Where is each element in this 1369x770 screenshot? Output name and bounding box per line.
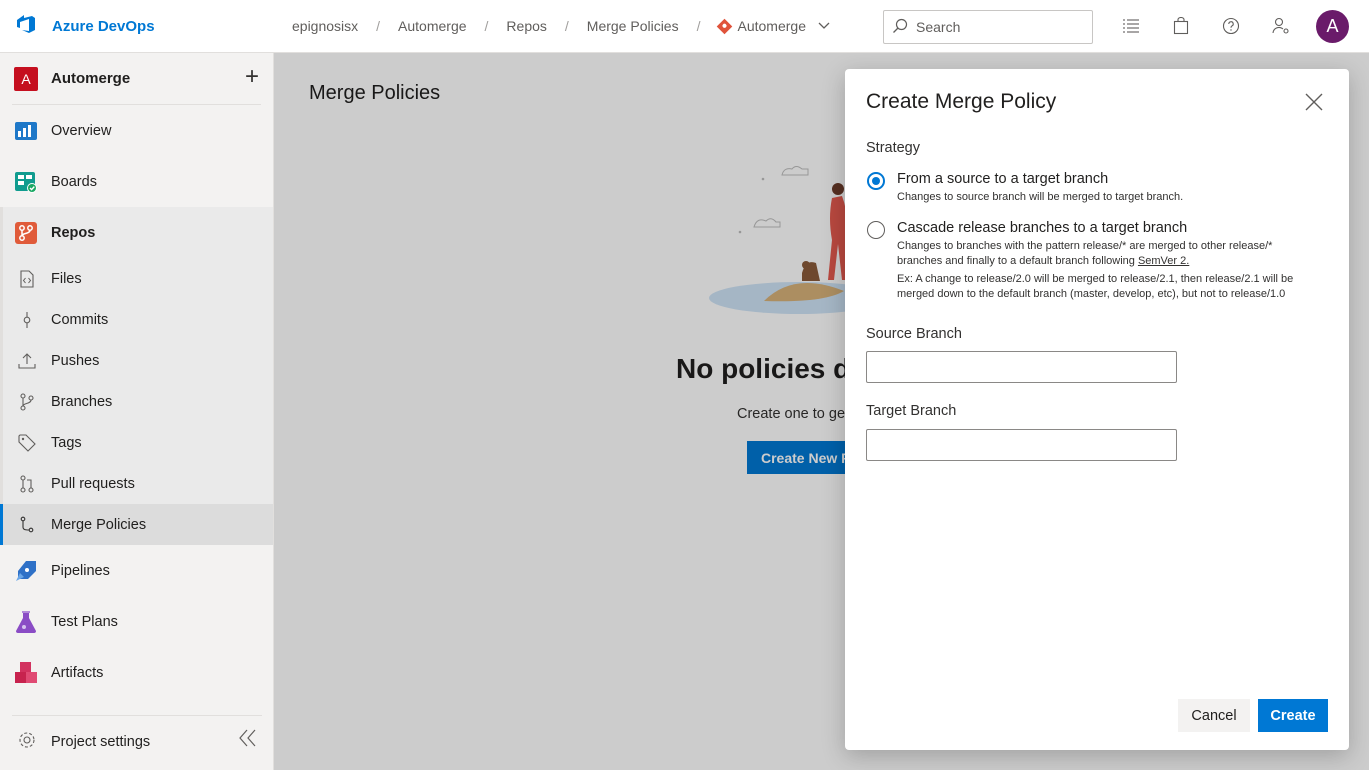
sidebar-item-artifacts[interactable]: Artifacts bbox=[0, 647, 273, 698]
semver-link[interactable]: SemVer 2. bbox=[1138, 255, 1189, 267]
gear-icon bbox=[18, 731, 36, 753]
pull-requests-icon bbox=[18, 474, 36, 493]
option-example: Ex: A change to release/2.0 will be merg… bbox=[897, 273, 1294, 300]
commits-icon bbox=[18, 311, 36, 329]
sidebar-item-pull-requests[interactable]: Pull requests bbox=[3, 463, 273, 504]
target-branch-label: Target Branch bbox=[866, 403, 957, 419]
boards-icon bbox=[14, 170, 38, 194]
pushes-icon bbox=[18, 352, 36, 370]
strategy-option-cascade-release[interactable]: Cascade release branches to a target bra… bbox=[867, 220, 1317, 302]
repos-group: Repos Files Commits Pushes Branches Tags… bbox=[0, 207, 273, 545]
collapse-sidebar-icon[interactable] bbox=[238, 729, 258, 753]
branches-icon bbox=[18, 392, 36, 411]
project-header[interactable]: A Automerge + bbox=[0, 53, 273, 104]
breadcrumb-separator: / bbox=[484, 18, 489, 34]
option-label: From a source to a target branch bbox=[897, 171, 1109, 187]
sidebar-item-test-plans[interactable]: Test Plans bbox=[0, 596, 273, 647]
tags-icon bbox=[18, 433, 36, 452]
search-placeholder: Search bbox=[916, 19, 961, 35]
overview-icon bbox=[14, 119, 38, 143]
sidebar-item-overview[interactable]: Overview bbox=[0, 105, 273, 156]
search-icon bbox=[892, 18, 916, 37]
search-box[interactable]: Search bbox=[883, 10, 1093, 44]
work-items-list-icon[interactable] bbox=[1121, 16, 1141, 36]
brand[interactable]: Azure DevOps bbox=[0, 0, 274, 52]
sidebar-item-files[interactable]: Files bbox=[3, 258, 273, 299]
sidebar-item-label: Files bbox=[51, 270, 82, 287]
radio-button[interactable] bbox=[867, 172, 885, 190]
project-settings-link[interactable]: Project settings bbox=[18, 731, 150, 753]
sidebar-item-label: Pull requests bbox=[51, 475, 135, 492]
cancel-button[interactable]: Cancel bbox=[1178, 699, 1250, 732]
azure-devops-logo-icon bbox=[14, 12, 38, 41]
files-icon bbox=[18, 269, 36, 288]
create-button[interactable]: Create bbox=[1258, 699, 1328, 732]
chevron-down-icon bbox=[818, 19, 830, 33]
sidebar-item-label: Repos bbox=[51, 224, 96, 241]
sidebar-item-label: Boards bbox=[51, 173, 97, 190]
sidebar-item-repos[interactable]: Repos bbox=[3, 207, 273, 258]
sidebar-item-boards[interactable]: Boards bbox=[0, 156, 273, 207]
breadcrumb-page[interactable]: Merge Policies bbox=[581, 18, 685, 34]
divider bbox=[12, 715, 262, 716]
marketplace-bag-icon[interactable] bbox=[1171, 16, 1191, 36]
option-description-text: Changes to branches with the pattern rel… bbox=[897, 240, 1273, 267]
artifacts-icon bbox=[14, 661, 38, 685]
sidebar-item-branches[interactable]: Branches bbox=[3, 381, 273, 422]
git-repo-icon bbox=[716, 18, 732, 34]
user-settings-icon[interactable] bbox=[1271, 16, 1291, 36]
option-description: Changes to branches with the pattern rel… bbox=[897, 239, 1317, 269]
dialog-title: Create Merge Policy bbox=[866, 90, 1057, 113]
breadcrumb: epignosisx / Automerge / Repos / Merge P… bbox=[286, 0, 836, 52]
sidebar-item-label: Test Plans bbox=[51, 613, 118, 630]
sidebar-item-label: Pipelines bbox=[51, 562, 110, 579]
user-avatar[interactable]: A bbox=[1316, 10, 1349, 43]
pipelines-icon bbox=[14, 559, 38, 583]
sidebar-item-pushes[interactable]: Pushes bbox=[3, 340, 273, 381]
strategy-label: Strategy bbox=[866, 140, 920, 156]
breadcrumb-separator: / bbox=[376, 18, 381, 34]
sidebar-item-label: Artifacts bbox=[51, 664, 104, 681]
target-branch-input[interactable] bbox=[866, 429, 1177, 461]
sidebar-item-pipelines[interactable]: Pipelines bbox=[0, 545, 273, 596]
project-name: Automerge bbox=[51, 70, 131, 87]
test-plans-icon bbox=[14, 610, 38, 634]
radio-button[interactable] bbox=[867, 221, 885, 239]
breadcrumb-separator: / bbox=[696, 18, 701, 34]
top-bar: Azure DevOps epignosisx / Automerge / Re… bbox=[0, 0, 1369, 53]
sidebar-item-label: Tags bbox=[51, 434, 82, 451]
source-branch-input[interactable] bbox=[866, 351, 1177, 383]
breadcrumb-section[interactable]: Repos bbox=[500, 18, 552, 34]
breadcrumb-separator: / bbox=[564, 18, 569, 34]
sidebar-item-merge-policies[interactable]: Merge Policies bbox=[0, 504, 273, 545]
add-icon[interactable]: + bbox=[245, 65, 259, 89]
sidebar-item-label: Merge Policies bbox=[51, 516, 147, 533]
source-branch-label: Source Branch bbox=[866, 326, 962, 342]
strategy-option-source-target[interactable]: From a source to a target branch Changes… bbox=[867, 171, 1317, 205]
sidebar-item-commits[interactable]: Commits bbox=[3, 299, 273, 340]
option-description: Changes to source branch will be merged … bbox=[897, 191, 1184, 203]
create-merge-policy-dialog: Create Merge Policy Strategy From a sour… bbox=[845, 69, 1349, 750]
sidebar-item-label: Overview bbox=[51, 122, 112, 139]
repo-selector[interactable]: Automerge bbox=[713, 18, 836, 34]
option-label: Cascade release branches to a target bra… bbox=[897, 220, 1188, 236]
help-icon[interactable] bbox=[1221, 16, 1241, 36]
merge-policies-icon bbox=[18, 516, 36, 534]
repo-name: Automerge bbox=[737, 18, 806, 34]
close-icon[interactable] bbox=[1303, 91, 1325, 113]
project-badge: A bbox=[14, 66, 38, 91]
sidebar-item-label: Commits bbox=[51, 311, 109, 328]
breadcrumb-org[interactable]: epignosisx bbox=[286, 18, 364, 34]
sidebar-footer: Project settings bbox=[0, 715, 274, 770]
app-name: Azure DevOps bbox=[52, 17, 155, 35]
sidebar-item-label: Branches bbox=[51, 393, 113, 410]
breadcrumb-project[interactable]: Automerge bbox=[392, 18, 472, 34]
sidebar-item-tags[interactable]: Tags bbox=[3, 422, 273, 463]
repos-icon bbox=[14, 221, 38, 245]
sidebar: A Automerge + Overview Boards Repos File… bbox=[0, 53, 274, 770]
project-settings-label: Project settings bbox=[51, 734, 151, 750]
sidebar-item-label: Pushes bbox=[51, 352, 100, 369]
